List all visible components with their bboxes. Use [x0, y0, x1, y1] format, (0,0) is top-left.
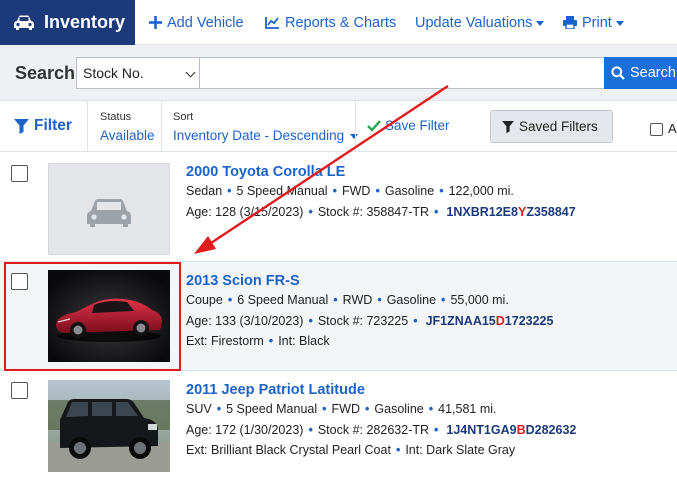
fuel-type: Gasoline [374, 402, 424, 416]
highlight-box [4, 262, 181, 371]
fuel-type: Gasoline [384, 184, 435, 198]
status-filter[interactable]: Available [100, 128, 155, 143]
body-type: Coupe [186, 293, 223, 307]
reports-charts-label: Reports & Charts [285, 14, 397, 31]
inventory-tab[interactable]: Inventory [0, 0, 135, 45]
search-button[interactable]: Search [604, 57, 677, 89]
add-vehicle-link[interactable]: Add Vehicle [149, 0, 244, 45]
stock-number: Stock #: 723225 [317, 314, 409, 328]
filter-button[interactable]: Filter [14, 117, 72, 135]
divider [355, 101, 356, 152]
black-suv-photo [48, 380, 170, 472]
search-bar: Search Stock No. Search [0, 45, 677, 101]
vehicle-title-link[interactable]: 2000 Toyota Corolla LE [186, 164, 345, 180]
update-valuations-menu[interactable]: Update Valuations [415, 0, 545, 45]
mileage: 55,000 mi. [450, 293, 509, 307]
line-chart-icon [265, 17, 279, 29]
top-navigation: Inventory Add Vehicle Reports & Charts U… [0, 0, 677, 45]
divider [161, 101, 162, 152]
vin-number: 1NXBR12E8YZ358847 [446, 205, 576, 219]
vehicle-specs: Coupe • 6 Speed Manual • RWD • Gasoline • 55,000… [186, 293, 509, 307]
caret-down-icon [536, 21, 545, 26]
vehicle-age: Age: 128 (3/15/2023) [186, 205, 304, 219]
car-icon [14, 15, 34, 30]
vehicle-specs: Sedan • 5 Speed Manual • FWD • Gasoline • 122,00… [186, 184, 514, 198]
inventory-app: Inventory Add Vehicle Reports & Charts U… [0, 0, 677, 486]
search-field-select[interactable]: Stock No. [76, 57, 200, 89]
funnel-icon [502, 120, 514, 133]
filter-row: Filter Status Available Sort Inventory D… [0, 101, 677, 152]
search-field-value: Stock No. [83, 65, 144, 81]
vehicle-thumbnail[interactable] [48, 380, 170, 472]
sort-value: Inventory Date - Descending [173, 128, 345, 143]
reports-charts-link[interactable]: Reports & Charts [265, 0, 396, 45]
status-label: Status [100, 111, 132, 123]
exterior-color: Ext: Brilliant Black Crystal Pearl Coat [186, 443, 391, 457]
vehicle-stock-info: Age: 172 (1/30/2023) • Stock #: 282632-TR •… [186, 423, 577, 437]
transmission: 5 Speed Manual [236, 184, 328, 198]
interior-color: Int: Black [278, 334, 330, 348]
vin-number: 1J4NT1GA9BD282632 [446, 423, 577, 437]
vehicle-title-link[interactable]: 2013 Scion FR-S [186, 273, 300, 289]
funnel-icon [14, 118, 29, 134]
printer-icon [563, 16, 577, 29]
select-all-label: A [668, 121, 677, 136]
divider [87, 101, 88, 152]
vehicle-stock-info: Age: 133 (3/10/2023) • Stock #: 723225 • JF1… [186, 314, 554, 328]
vin-number: JF1ZNAA15D1723225 [425, 314, 554, 328]
search-input[interactable] [199, 57, 605, 89]
search-button-label: Search [630, 65, 676, 81]
exterior-color: Ext: Firestorm [186, 334, 264, 348]
vehicle-age: Age: 172 (1/30/2023) [186, 423, 304, 437]
drivetrain: FWD [341, 184, 371, 198]
vehicle-specs: SUV • 5 Speed Manual • FWD • Gasoline • 41,581 m… [186, 402, 497, 416]
vehicle-title-link[interactable]: 2011 Jeep Patriot Latitude [186, 382, 365, 398]
print-label: Print [582, 14, 612, 31]
drivetrain: FWD [331, 402, 360, 416]
sort-label: Sort [173, 111, 194, 123]
vehicle-colors: Ext: Firestorm • Int: Black [186, 334, 330, 348]
vehicle-row: 2011 Jeep Patriot Latitude SUV • 5 Speed M… [0, 371, 677, 486]
save-filter-button[interactable]: Save Filter [367, 118, 450, 133]
stock-number: Stock #: 282632-TR [317, 423, 430, 437]
drivetrain: RWD [342, 293, 373, 307]
select-all-checkbox[interactable] [650, 123, 663, 136]
saved-filters-label: Saved Filters [519, 119, 598, 134]
add-vehicle-label: Add Vehicle [167, 14, 244, 31]
save-filter-label: Save Filter [385, 118, 450, 133]
vehicle-age: Age: 133 (3/10/2023) [186, 314, 304, 328]
interior-color: Int: Dark Slate Gray [405, 443, 516, 457]
brand-label: Inventory [44, 12, 126, 32]
search-icon [611, 66, 625, 80]
sort-select[interactable]: Inventory Date - Descending [173, 128, 359, 143]
update-valuations-label: Update Valuations [415, 14, 533, 31]
body-type: Sedan [186, 184, 223, 198]
chevron-down-icon [185, 67, 196, 78]
vehicle-checkbox[interactable] [11, 382, 28, 399]
caret-down-icon [615, 21, 624, 26]
fuel-type: Gasoline [386, 293, 437, 307]
vehicle-row: 2000 Toyota Corolla LE Sedan • 5 Speed Man… [0, 152, 677, 262]
vehicle-checkbox[interactable] [11, 165, 28, 182]
vehicle-stock-info: Age: 128 (3/15/2023) • Stock #: 358847-TR •… [186, 205, 576, 219]
search-label: Search [15, 63, 76, 83]
plus-icon [149, 16, 162, 29]
vehicle-thumbnail[interactable] [48, 163, 170, 255]
print-menu[interactable]: Print [563, 0, 624, 45]
transmission: 6 Speed Manual [237, 293, 329, 307]
checkmark-icon [367, 119, 381, 132]
placeholder-car-icon [87, 199, 131, 227]
saved-filters-button[interactable]: Saved Filters [490, 110, 613, 143]
mileage: 122,000 mi. [448, 184, 514, 198]
mileage: 41,581 mi. [438, 402, 497, 416]
body-type: SUV [186, 402, 212, 416]
stock-number: Stock #: 358847-TR [317, 205, 430, 219]
filter-label: Filter [34, 117, 72, 134]
vehicle-colors: Ext: Brilliant Black Crystal Pearl Coat •… [186, 443, 516, 457]
transmission: 5 Speed Manual [226, 402, 318, 416]
